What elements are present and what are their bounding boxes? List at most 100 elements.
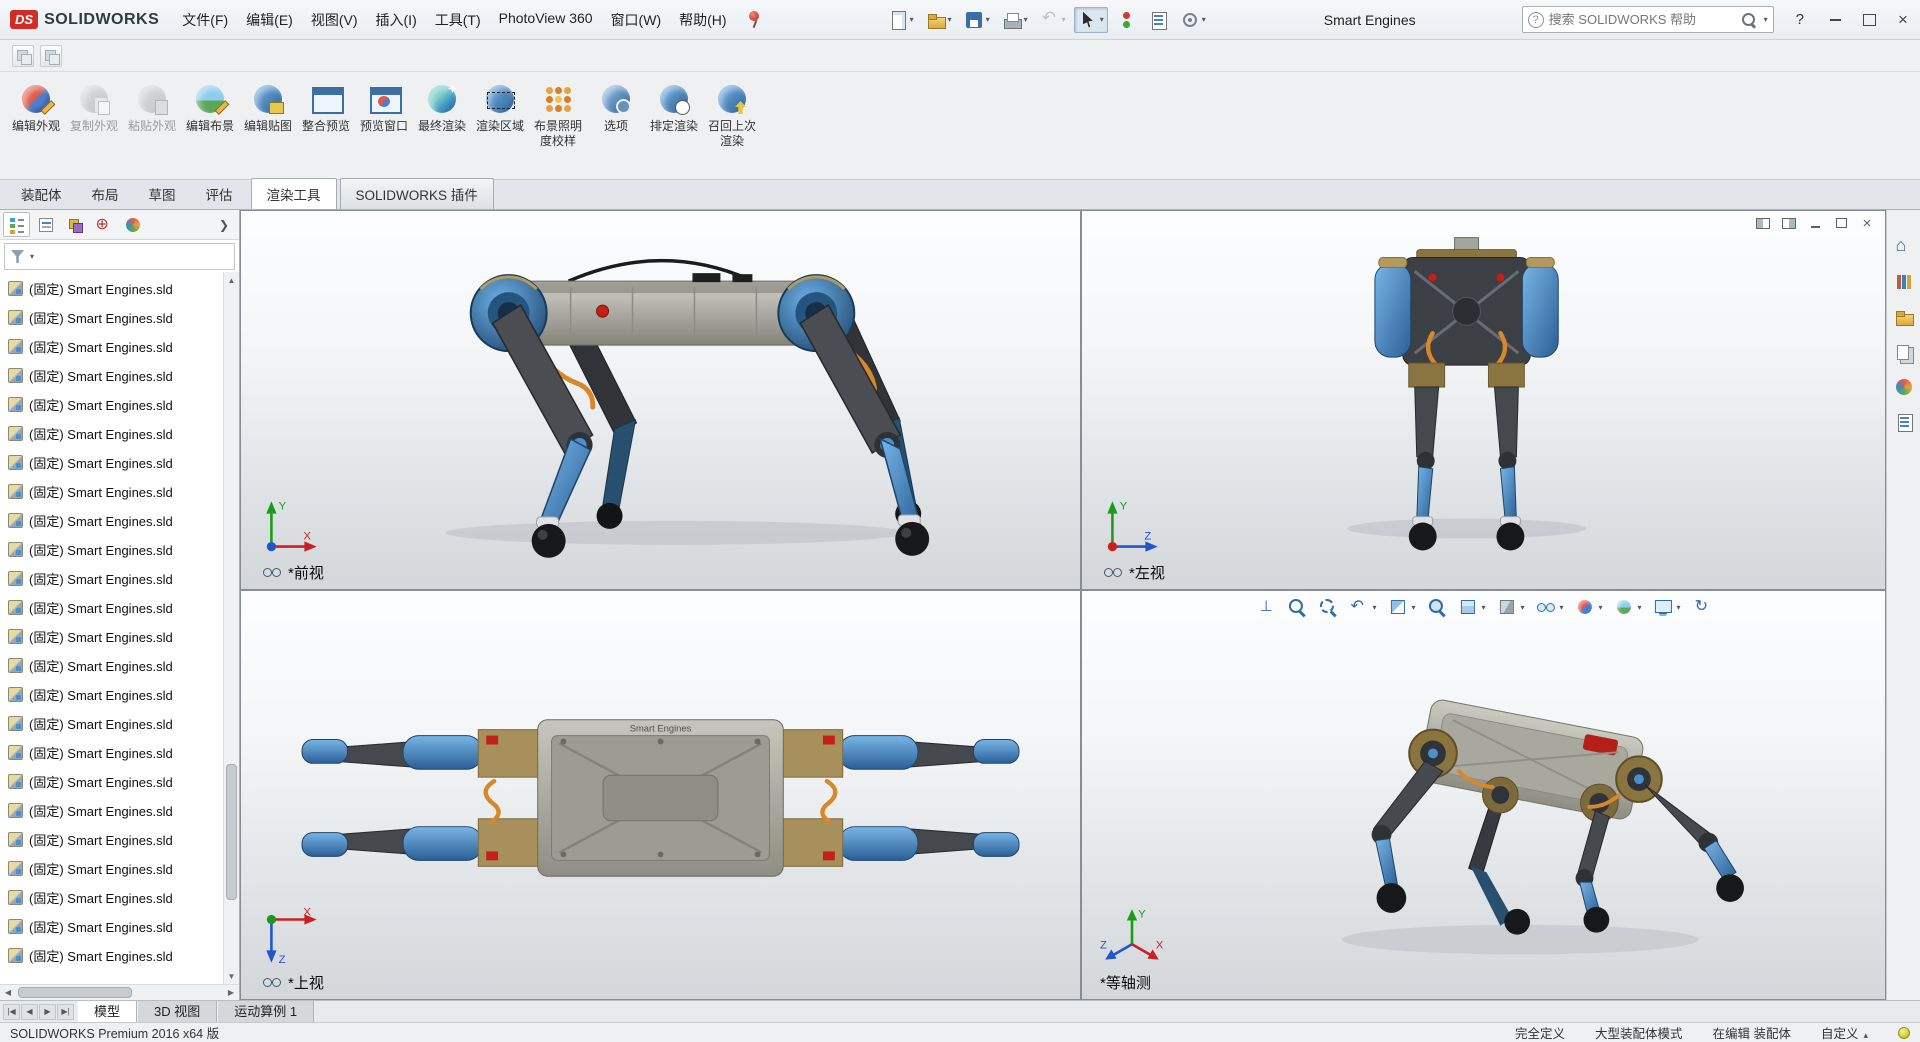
custom-properties-button[interactable] xyxy=(1891,409,1917,435)
ribbon-button[interactable]: 渲染区域 xyxy=(472,77,528,173)
menu-item[interactable]: 文件(F) xyxy=(173,6,237,34)
scroll-down-icon[interactable]: ▼ xyxy=(224,968,239,984)
tree-item[interactable]: (固定) Smart Engines.sld xyxy=(0,564,223,593)
ribbon-button[interactable]: 排定渲染 xyxy=(646,77,702,173)
tab-nav-button[interactable]: ▶ xyxy=(39,1004,56,1020)
options-gear-button[interactable]: ▾ xyxy=(1176,7,1210,33)
tree-item[interactable]: (固定) Smart Engines.sld xyxy=(0,535,223,564)
ribbon-button[interactable]: 编辑贴图 xyxy=(240,77,296,173)
viewport-front[interactable]: Y X *前视 xyxy=(241,211,1080,589)
tree-item[interactable]: (固定) Smart Engines.sld xyxy=(0,651,223,680)
viewport-left[interactable]: Y Z *左视 xyxy=(1082,211,1885,589)
scroll-left-icon[interactable]: ◀ xyxy=(0,985,16,1001)
robot-top-view[interactable]: Smart Engines xyxy=(241,591,1080,999)
scroll-up-icon[interactable]: ▲ xyxy=(224,272,239,288)
tree-item[interactable]: (固定) Smart Engines.sld xyxy=(0,738,223,767)
ribbon-button[interactable]: 最终渲染 xyxy=(414,77,470,173)
ribbon-button[interactable]: 复制外观 xyxy=(66,77,122,173)
ribbon-button[interactable]: 粘贴外观 xyxy=(124,77,180,173)
view-palette-button[interactable] xyxy=(1891,339,1917,365)
menu-item[interactable]: PhotoView 360 xyxy=(490,6,602,34)
ribbon-button[interactable]: 预览窗口 xyxy=(356,77,412,173)
tab-nav-button[interactable]: |◀ xyxy=(3,1004,20,1020)
new-document-button[interactable]: ▾ xyxy=(884,7,918,33)
search-box[interactable]: ▾ xyxy=(1522,6,1774,33)
ribbon-button[interactable]: 编辑外观 xyxy=(8,77,64,173)
tree-item[interactable]: (固定) Smart Engines.sld xyxy=(0,448,223,477)
viewport-isometric[interactable]: ▾▾▾▾▾▾▾▾ xyxy=(1082,591,1885,999)
menu-item[interactable]: 视图(V) xyxy=(302,6,367,34)
pin-icon[interactable] xyxy=(746,9,762,31)
tree-item[interactable]: (固定) Smart Engines.sld xyxy=(0,912,223,941)
tree-item[interactable]: (固定) Smart Engines.sld xyxy=(0,883,223,912)
tree-item[interactable]: (固定) Smart Engines.sld xyxy=(0,274,223,303)
file-explorer-button[interactable] xyxy=(1891,304,1917,330)
scroll-track[interactable] xyxy=(16,985,223,1000)
file-properties-button[interactable] xyxy=(1144,7,1172,33)
tree-item[interactable]: (固定) Smart Engines.sld xyxy=(0,941,223,970)
ribbon-button[interactable]: 整合预览 xyxy=(298,77,354,173)
command-tab[interactable]: 装配体 xyxy=(6,179,77,209)
robot-left-view[interactable] xyxy=(1082,211,1885,589)
design-library-button[interactable] xyxy=(1891,269,1917,295)
help-button[interactable]: ? xyxy=(1784,11,1816,28)
tree-item[interactable]: (固定) Smart Engines.sld xyxy=(0,477,223,506)
tree-item[interactable]: (固定) Smart Engines.sld xyxy=(0,767,223,796)
command-tab[interactable]: 布局 xyxy=(77,179,134,209)
tree-item[interactable]: (固定) Smart Engines.sld xyxy=(0,680,223,709)
command-tab[interactable]: 草图 xyxy=(134,179,191,209)
command-tab[interactable]: 评估 xyxy=(191,179,248,209)
panel-expand-icon[interactable]: ❯ xyxy=(212,218,236,232)
scroll-thumb[interactable] xyxy=(226,764,237,900)
ribbon-button[interactable]: 编辑布景 xyxy=(182,77,238,173)
robot-front-view[interactable] xyxy=(241,211,1080,589)
tree-item[interactable]: (固定) Smart Engines.sld xyxy=(0,709,223,738)
tree-item[interactable]: (固定) Smart Engines.sld xyxy=(0,506,223,535)
menu-item[interactable]: 编辑(E) xyxy=(237,6,302,34)
tab-nav-button[interactable]: ▶| xyxy=(57,1004,74,1020)
tab-nav-button[interactable]: ◀ xyxy=(21,1004,38,1020)
select-cursor-button[interactable]: ▾ xyxy=(1074,7,1108,33)
minimize-button[interactable] xyxy=(1818,0,1852,39)
robot-isometric-view[interactable] xyxy=(1082,591,1885,999)
status-caret-icon[interactable]: ▴ xyxy=(1863,1030,1868,1040)
print-button[interactable]: ▾ xyxy=(998,7,1032,33)
search-dropdown-caret-icon[interactable]: ▾ xyxy=(1764,15,1768,24)
tree-item[interactable]: (固定) Smart Engines.sld xyxy=(0,332,223,361)
open-folder-button[interactable]: ▾ xyxy=(922,7,956,33)
panel-tab-propertymanager[interactable] xyxy=(32,212,59,237)
status-item[interactable]: 自定义▴ xyxy=(1821,1023,1868,1042)
command-tab[interactable]: 渲染工具 xyxy=(251,178,337,209)
tree-item[interactable]: (固定) Smart Engines.sld xyxy=(0,303,223,332)
undo-button[interactable]: ▾ xyxy=(1036,7,1070,33)
close-button[interactable]: × xyxy=(1886,0,1920,39)
panel-tab-displaymanager[interactable] xyxy=(119,212,146,237)
document-tab[interactable]: 模型 xyxy=(77,1001,137,1022)
panel-tab-configurationmanager[interactable] xyxy=(61,212,88,237)
scroll-right-icon[interactable]: ▶ xyxy=(223,985,239,1001)
tree-item[interactable]: (固定) Smart Engines.sld xyxy=(0,796,223,825)
tree-vertical-scrollbar[interactable]: ▲ ▼ xyxy=(223,272,239,984)
tree-item[interactable]: (固定) Smart Engines.sld xyxy=(0,390,223,419)
save-button[interactable]: ▾ xyxy=(960,7,994,33)
menu-item[interactable]: 窗口(W) xyxy=(602,6,671,34)
viewport-top[interactable]: Smart Engines xyxy=(241,591,1080,999)
maximize-button[interactable] xyxy=(1852,0,1886,39)
home-button[interactable] xyxy=(1891,234,1917,260)
document-stack-icon[interactable] xyxy=(40,45,62,67)
rebuild-traffic-button[interactable] xyxy=(1112,7,1140,33)
scroll-track[interactable] xyxy=(224,288,239,968)
tree-filter[interactable]: ▾ xyxy=(4,243,235,270)
panel-tab-dimxpert[interactable] xyxy=(90,212,117,237)
menu-item[interactable]: 帮助(H) xyxy=(670,6,735,34)
menu-item[interactable]: 工具(T) xyxy=(426,6,490,34)
appearances-scenes-button[interactable] xyxy=(1891,374,1917,400)
ribbon-button[interactable]: 选项 xyxy=(588,77,644,173)
tree-horizontal-scrollbar[interactable]: ◀ ▶ xyxy=(0,984,239,1000)
filter-caret-icon[interactable]: ▾ xyxy=(30,252,34,261)
tree-item[interactable]: (固定) Smart Engines.sld xyxy=(0,622,223,651)
document-tab[interactable]: 运动算例 1 xyxy=(217,1001,314,1022)
tree-item[interactable]: (固定) Smart Engines.sld xyxy=(0,825,223,854)
tree-item[interactable]: (固定) Smart Engines.sld xyxy=(0,854,223,883)
menu-item[interactable]: 插入(I) xyxy=(367,6,426,34)
